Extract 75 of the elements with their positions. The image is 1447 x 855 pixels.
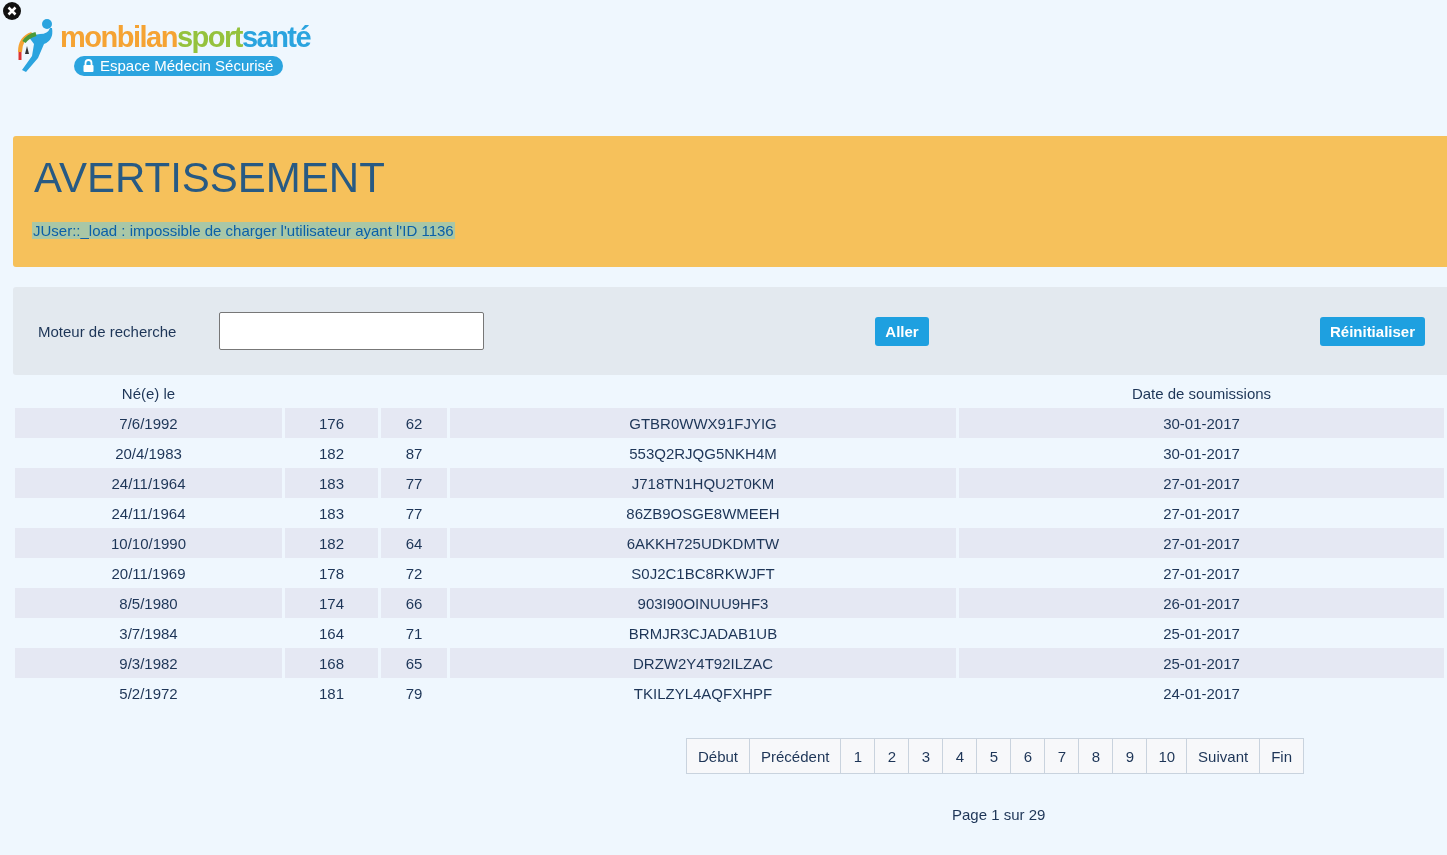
table-cell: 6AKKH725UDKDMTW bbox=[450, 528, 956, 558]
table-cell-text: TKILZYL4AQFXHPF bbox=[632, 683, 774, 704]
table-cell: 62 bbox=[381, 408, 447, 438]
pagination-button[interactable]: Précédent bbox=[749, 738, 842, 774]
table-cell: 64 bbox=[381, 528, 447, 558]
table-cell: 182 bbox=[285, 528, 378, 558]
table-cell: 168 bbox=[285, 648, 378, 678]
table-cell-text: 3/7/1984 bbox=[118, 623, 179, 644]
table-cell: 77 bbox=[381, 468, 447, 498]
table-cell: 66 bbox=[381, 588, 447, 618]
table-cell-text: 5/2/1972 bbox=[118, 683, 179, 704]
pagination-button[interactable]: 8 bbox=[1078, 738, 1114, 774]
table-cell: 25-01-2017 bbox=[959, 648, 1444, 678]
pagination-button[interactable]: 2 bbox=[874, 738, 910, 774]
table-cell: 174 bbox=[285, 588, 378, 618]
pagination-button[interactable]: 7 bbox=[1044, 738, 1080, 774]
table-cell: 8/5/1980 bbox=[15, 588, 282, 618]
table-cell: J718TN1HQU2T0KM bbox=[450, 468, 956, 498]
pagination-button[interactable]: 1 bbox=[840, 738, 876, 774]
search-label: Moteur de recherche bbox=[38, 322, 178, 340]
column-header: Date de soumissions bbox=[1131, 384, 1272, 402]
table-cell: GTBR0WWX91FJYIG bbox=[450, 408, 956, 438]
pagination-button[interactable]: Fin bbox=[1259, 738, 1304, 774]
table-cell: 903I90OINUU9HF3 bbox=[450, 588, 956, 618]
table-cell-text: 20/4/1983 bbox=[114, 443, 183, 464]
pagination-button[interactable]: Suivant bbox=[1186, 738, 1261, 774]
table-cell-text: 20/11/1969 bbox=[110, 563, 187, 584]
table-cell: 27-01-2017 bbox=[959, 528, 1444, 558]
table-cell: 24/11/1964 bbox=[15, 468, 282, 498]
page-status: Page 1 sur 29 bbox=[952, 806, 1046, 823]
table-cell: 26-01-2017 bbox=[959, 588, 1444, 618]
close-icon[interactable] bbox=[2, 1, 22, 21]
table-cell: 176 bbox=[285, 408, 378, 438]
table-cell-text: 87 bbox=[404, 443, 424, 464]
table-cell: 7/6/1992 bbox=[15, 408, 282, 438]
table-cell-text: 79 bbox=[404, 683, 424, 704]
table-cell-text: 86ZB9OSGE8WMEEH bbox=[625, 503, 781, 524]
search-field[interactable] bbox=[219, 312, 484, 350]
pagination-button[interactable]: 4 bbox=[942, 738, 978, 774]
table-cell: 27-01-2017 bbox=[959, 468, 1444, 498]
table-cell-text: 25-01-2017 bbox=[1162, 623, 1241, 644]
table-cell-text: BRMJR3CJADAB1UB bbox=[627, 623, 779, 644]
table-cell-text: S0J2C1BC8RKWJFT bbox=[630, 563, 776, 584]
column-header: Né(e) le bbox=[121, 384, 176, 402]
brand-wordmark: monbilansportsanté bbox=[60, 20, 311, 55]
table-cell-text: 24/11/1964 bbox=[110, 503, 187, 524]
padlock-icon bbox=[83, 59, 94, 72]
warning-message: JUser::_load : impossible de charger l'utilisateur ayant l'ID 1136 bbox=[32, 222, 455, 239]
table-cell: DRZW2Y4T92ILZAC bbox=[450, 648, 956, 678]
table-cell: 65 bbox=[381, 648, 447, 678]
badge-label: Espace Médecin Sécurisé bbox=[100, 57, 274, 74]
pagination-button[interactable]: 5 bbox=[976, 738, 1012, 774]
table-cell-text: 164 bbox=[318, 623, 345, 644]
table-cell-text: 27-01-2017 bbox=[1162, 503, 1241, 524]
table-cell-text: 30-01-2017 bbox=[1162, 443, 1241, 464]
table-cell: 10/10/1990 bbox=[15, 528, 282, 558]
table-cell-text: 183 bbox=[318, 503, 345, 524]
table-cell: 30-01-2017 bbox=[959, 408, 1444, 438]
pagination-button[interactable]: 3 bbox=[908, 738, 944, 774]
table-cell: 9/3/1982 bbox=[15, 648, 282, 678]
table-cell-text: 72 bbox=[404, 563, 424, 584]
table-cell-text: 27-01-2017 bbox=[1162, 563, 1241, 584]
table-cell-text: 182 bbox=[318, 443, 345, 464]
warning-title: AVERTISSEMENT bbox=[34, 154, 385, 202]
table-cell: 183 bbox=[285, 468, 378, 498]
pagination-button[interactable]: 10 bbox=[1146, 738, 1188, 774]
table-cell-text: 178 bbox=[318, 563, 345, 584]
table-cell-text: 71 bbox=[404, 623, 424, 644]
pagination-button[interactable]: 9 bbox=[1112, 738, 1148, 774]
table-cell-text: 77 bbox=[404, 503, 424, 524]
table-cell-text: 24-01-2017 bbox=[1162, 683, 1241, 704]
pagination-button[interactable]: Début bbox=[686, 738, 751, 774]
pagination-button[interactable]: 6 bbox=[1010, 738, 1046, 774]
table-cell-text: 553Q2RJQG5NKH4M bbox=[628, 443, 778, 464]
table-cell-text: 181 bbox=[318, 683, 345, 704]
